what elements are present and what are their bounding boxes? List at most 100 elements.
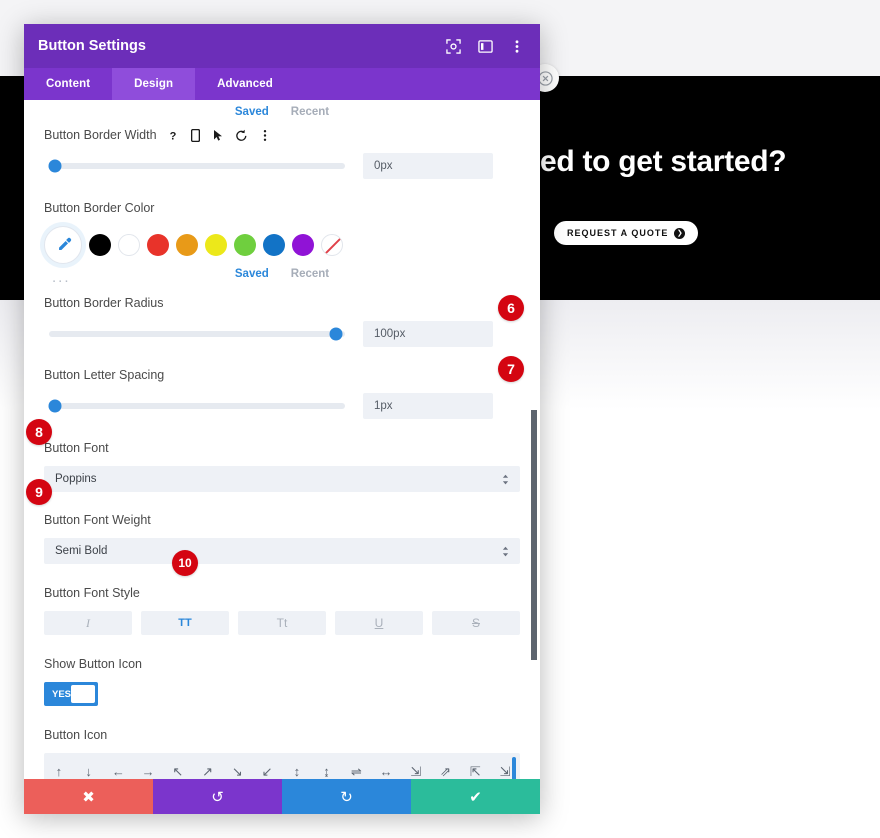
- icon-option[interactable]: ↕: [282, 757, 312, 779]
- cursor-icon[interactable]: [212, 128, 226, 142]
- icon-option[interactable]: ↑: [44, 757, 74, 779]
- field-button-icon: Button Icon ↑↓←→↖↗↘↙↕↨⇌↔⇲⇗⇱⇲✥⌃⌄‹›⌃⌄«»⌃⌄‹…: [44, 706, 520, 779]
- swatch-purple[interactable]: [292, 234, 314, 256]
- hero-heading: ed to get started?: [540, 145, 787, 178]
- icon-option[interactable]: ↨: [312, 757, 342, 779]
- icon-option[interactable]: ⇌: [342, 757, 372, 779]
- swatch-white[interactable]: [118, 234, 140, 256]
- undo-icon: ↺: [211, 788, 224, 806]
- field-button-letter-spacing: Button Letter Spacing 1px: [44, 347, 520, 419]
- button-font-select[interactable]: Poppins: [44, 466, 520, 492]
- request-a-quote-button[interactable]: REQUEST A QUOTE ❯: [554, 221, 699, 245]
- button-border-radius-value[interactable]: 100px: [363, 321, 493, 347]
- saved-link-color[interactable]: Saved: [235, 268, 269, 280]
- button-border-color-label: Button Border Color: [44, 201, 155, 215]
- panel-scroll-area: Saved Recent Button Border Width ? 0px B…: [24, 100, 540, 779]
- toggle-value-label: YES: [52, 688, 72, 700]
- saved-link-top[interactable]: Saved: [235, 106, 269, 118]
- callout-badge-9: 9: [26, 479, 52, 505]
- icon-option[interactable]: ↙: [252, 757, 282, 779]
- more-vertical-icon[interactable]: [508, 37, 526, 55]
- button-font-style-label: Button Font Style: [44, 586, 140, 600]
- icon-option[interactable]: ↔: [371, 757, 401, 779]
- cancel-button[interactable]: ✖: [24, 779, 153, 814]
- swatch-yellow[interactable]: [205, 234, 227, 256]
- reset-icon[interactable]: [235, 128, 249, 142]
- field-button-border-radius: Button Border Radius 100px: [44, 284, 520, 347]
- chevron-updown-icon: [502, 473, 509, 486]
- button-letter-spacing-value[interactable]: 1px: [363, 393, 493, 419]
- tab-advanced[interactable]: Advanced: [195, 68, 295, 100]
- save-button[interactable]: ✔: [411, 779, 540, 814]
- button-letter-spacing-slider[interactable]: [48, 399, 345, 413]
- slider-knob[interactable]: [48, 399, 62, 413]
- button-border-radius-slider[interactable]: [49, 327, 345, 341]
- recent-link-color[interactable]: Recent: [291, 268, 329, 280]
- icon-option[interactable]: ←: [104, 757, 134, 779]
- button-font-weight-select[interactable]: Semi Bold: [44, 538, 520, 564]
- capitalize-button[interactable]: Tt: [238, 611, 326, 635]
- strikethrough-button[interactable]: S: [432, 611, 520, 635]
- swatch-green[interactable]: [234, 234, 256, 256]
- close-icon: ✖: [82, 788, 95, 806]
- button-border-width-slider[interactable]: [48, 159, 345, 173]
- panel-header-actions: [444, 37, 526, 55]
- chevron-right-circle-icon: ❯: [674, 227, 686, 239]
- field-button-font: Button Font Poppins: [44, 419, 520, 492]
- tab-design[interactable]: Design: [112, 68, 196, 100]
- swatch-black[interactable]: [89, 234, 111, 256]
- slider-knob[interactable]: [329, 327, 343, 341]
- swatch-transparent[interactable]: [321, 234, 343, 256]
- callout-badge-8: 8: [26, 419, 52, 445]
- uppercase-button[interactable]: TT: [141, 611, 229, 635]
- chevron-updown-icon: [502, 545, 509, 558]
- panel-footer: ✖ ↺ ↻ ✔: [24, 779, 540, 814]
- saved-recent-row-top: Saved Recent: [44, 100, 520, 120]
- icon-option[interactable]: →: [133, 757, 163, 779]
- italic-glyph: I: [86, 615, 90, 630]
- more-vertical-icon[interactable]: [258, 128, 272, 142]
- button-font-label: Button Font: [44, 441, 109, 455]
- redo-button[interactable]: ↻: [282, 779, 411, 814]
- eyedropper-icon[interactable]: [44, 226, 82, 264]
- icon-option[interactable]: ⇲: [401, 757, 431, 779]
- icon-option[interactable]: ↓: [74, 757, 104, 779]
- undo-button[interactable]: ↺: [153, 779, 282, 814]
- font-style-button-group: I TT Tt U S: [44, 611, 520, 635]
- icon-option[interactable]: ⇗: [431, 757, 461, 779]
- layout-panel-icon[interactable]: [476, 37, 494, 55]
- panel-scrollbar[interactable]: [531, 410, 537, 660]
- swatch-blue[interactable]: [263, 234, 285, 256]
- help-icon[interactable]: ?: [166, 128, 180, 142]
- focus-target-icon[interactable]: [444, 37, 462, 55]
- underline-glyph: U: [374, 616, 384, 630]
- field-button-font-style: Button Font Style I TT Tt U S: [44, 564, 520, 635]
- redo-icon: ↻: [340, 788, 353, 806]
- toggle-knob: [71, 685, 95, 703]
- check-icon: ✔: [469, 788, 482, 806]
- icon-grid-scrollbar[interactable]: [512, 757, 516, 779]
- svg-text:?: ?: [169, 130, 176, 142]
- italic-button[interactable]: I: [44, 611, 132, 635]
- button-icon-picker[interactable]: ↑↓←→↖↗↘↙↕↨⇌↔⇲⇗⇱⇲✥⌃⌄‹›⌃⌄«»⌃⌄‹›⌃⌄«»▲▼◀▶⏶⏷⏴…: [44, 753, 520, 779]
- tab-content[interactable]: Content: [24, 68, 112, 100]
- mobile-icon[interactable]: [189, 128, 203, 142]
- field-button-border-color: Button Border Color ... Saved Recent: [44, 179, 520, 286]
- capitalize-glyph: Tt: [276, 616, 288, 630]
- slider-knob[interactable]: [48, 159, 62, 173]
- icon-option[interactable]: ⇱: [461, 757, 491, 779]
- show-button-icon-toggle[interactable]: YES: [44, 682, 98, 706]
- icon-option[interactable]: ↘: [223, 757, 253, 779]
- underline-button[interactable]: U: [335, 611, 423, 635]
- button-border-width-label: Button Border Width: [44, 128, 157, 142]
- recent-link-top[interactable]: Recent: [291, 106, 329, 118]
- button-border-width-value[interactable]: 0px: [363, 153, 493, 179]
- icon-option[interactable]: ↖: [163, 757, 193, 779]
- button-letter-spacing-slider-row: 1px: [44, 393, 520, 419]
- swatch-orange[interactable]: [176, 234, 198, 256]
- icon-option[interactable]: ↗: [193, 757, 223, 779]
- panel-tabs: Content Design Advanced: [24, 68, 540, 100]
- strikethrough-glyph: S: [471, 616, 480, 630]
- swatch-red[interactable]: [147, 234, 169, 256]
- saved-recent-row-color: Saved Recent: [44, 268, 520, 280]
